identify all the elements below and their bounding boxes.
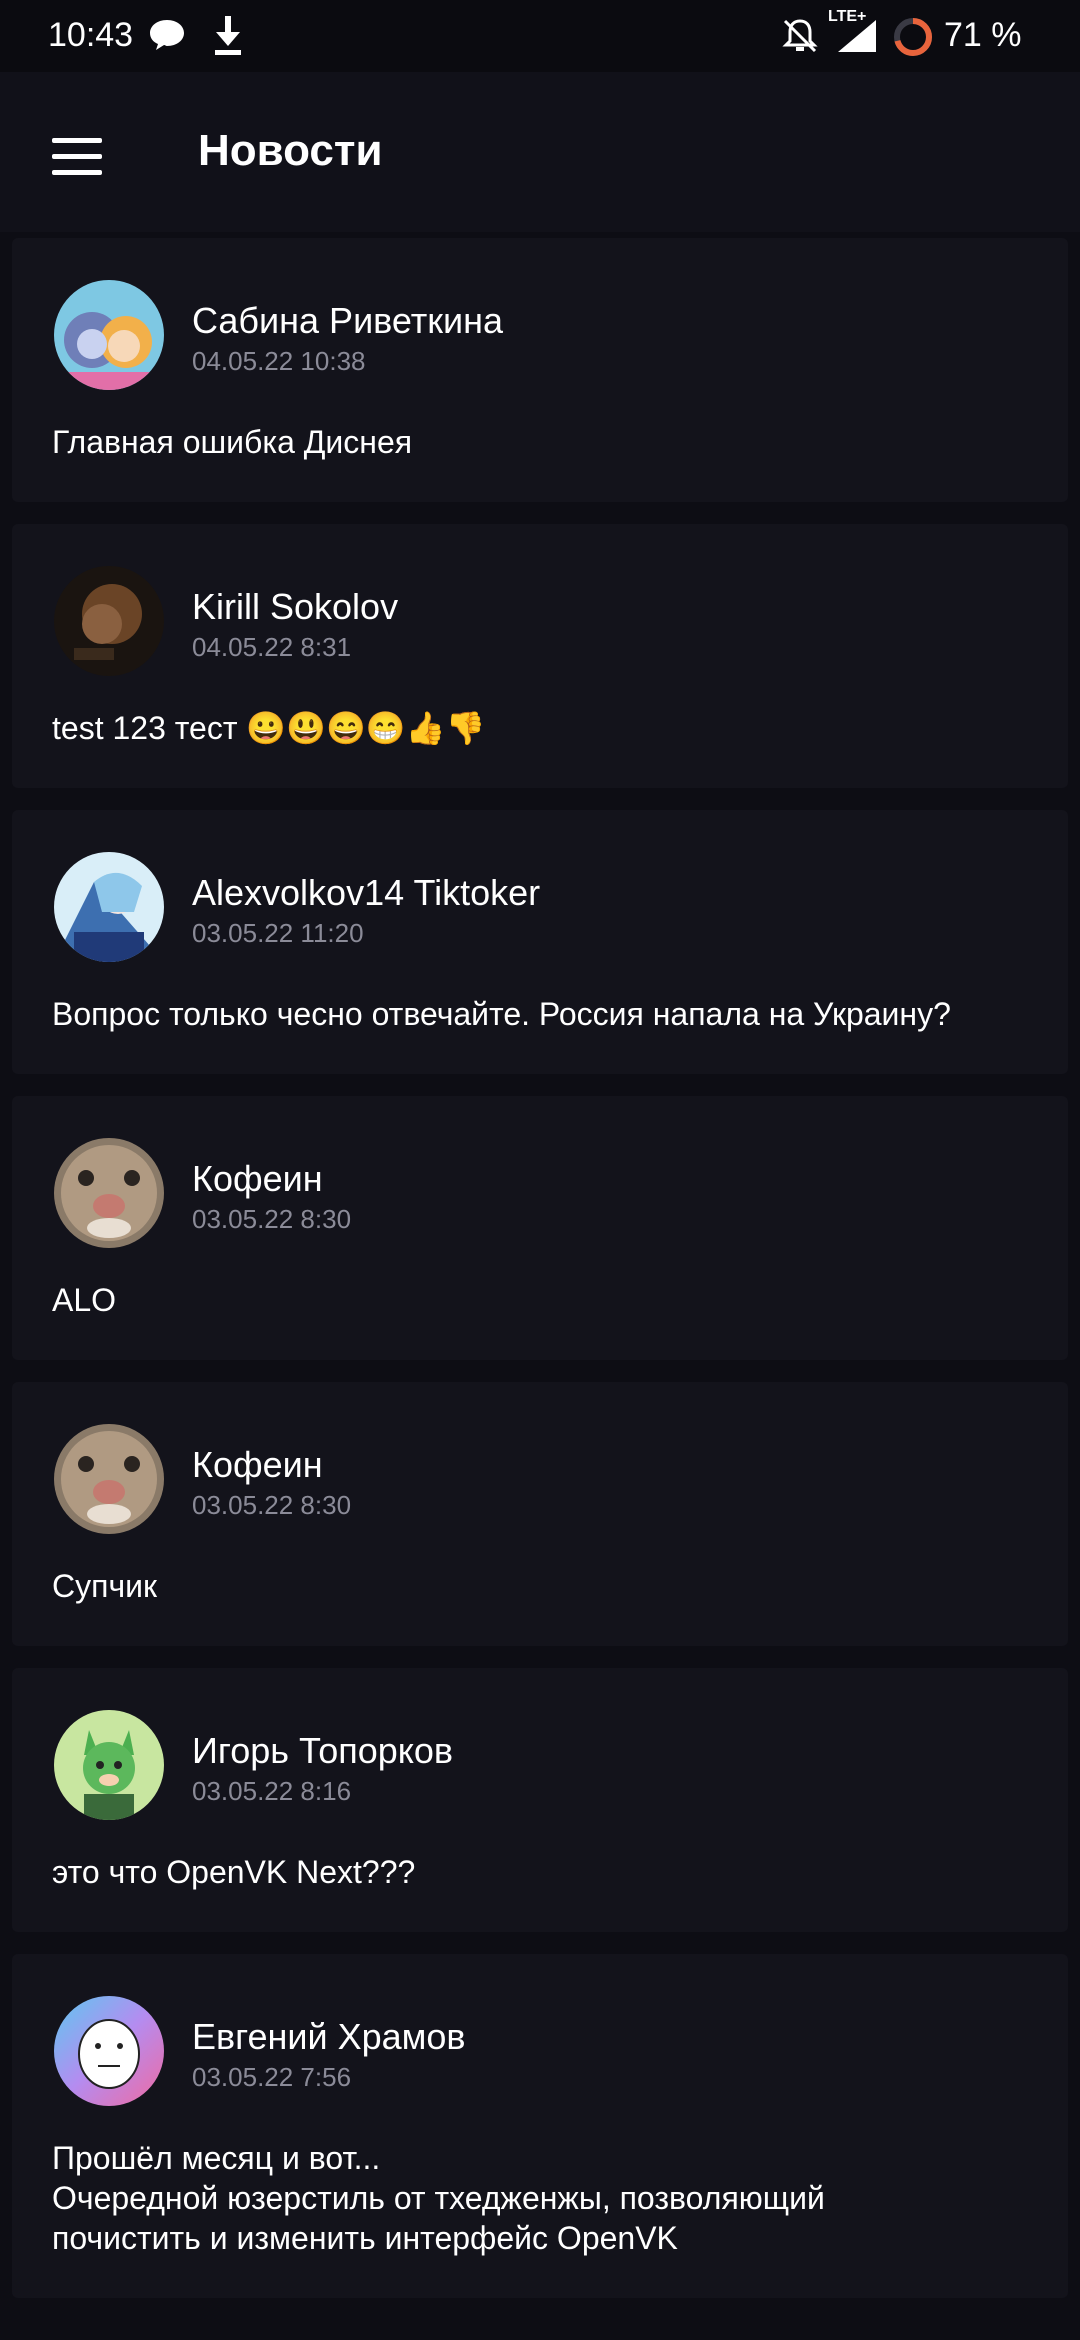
post-text-line: test 123 тест 😀😃😄😁👍👎 — [52, 710, 486, 746]
post-text-line: Прошёл месяц и вот... — [52, 2140, 381, 2176]
post-text-line: ALO — [52, 1282, 117, 1318]
post-author[interactable]: Кофеин — [192, 1158, 323, 1200]
post-date: 03.05.22 7:56 — [192, 2062, 352, 2092]
avatar[interactable] — [54, 852, 164, 962]
message-icon — [150, 20, 184, 50]
status-bar: 10:43 LTE+ 71 % — [0, 0, 1080, 72]
post-text: Супчик — [12, 1542, 1068, 1646]
post-text-line: почистить и изменить интерфейс OpenVK — [52, 2220, 678, 2256]
post-date: 04.05.22 10:38 — [192, 346, 366, 376]
post-author[interactable]: Кофеин — [192, 1444, 323, 1486]
post-card[interactable]: Kirill Sokolov 04.05.22 8:31 test 123 те… — [12, 524, 1068, 788]
post-card[interactable]: Кофеин 03.05.22 8:30 ALO — [12, 1096, 1068, 1360]
post-card[interactable]: Alexvolkov14 Tiktoker 03.05.22 11:20 Воп… — [12, 810, 1068, 1074]
post-text-line: Очередной юзерстиль от тхедженжы, позвол… — [52, 2180, 825, 2216]
post-card[interactable]: Сабина Риветкина 04.05.22 10:38 Главная … — [12, 238, 1068, 502]
battery-percent: 71 % — [944, 16, 1022, 54]
battery-ring-icon — [894, 18, 932, 56]
post-text: test 123 тест 😀😃😄😁👍👎 — [12, 684, 1068, 788]
post-text-line: это что OpenVK Next??? — [52, 1854, 416, 1890]
news-feed[interactable]: Сабина Риветкина 04.05.22 10:38 Главная … — [12, 238, 1068, 2320]
hamburger-menu-icon[interactable] — [38, 130, 114, 186]
post-author[interactable]: Сабина Риветкина — [192, 300, 503, 342]
post-text: Главная ошибка Диснея — [12, 398, 1068, 502]
avatar[interactable] — [54, 1138, 164, 1248]
post-text: это что OpenVK Next??? — [12, 1828, 1068, 1932]
avatar[interactable] — [54, 566, 164, 676]
avatar[interactable] — [54, 1996, 164, 2106]
app-bar: Новости — [0, 72, 1080, 232]
avatar[interactable] — [54, 1424, 164, 1534]
post-text-line: Главная ошибка Диснея — [52, 424, 413, 460]
post-text: Вопрос только чесно отвечайте. Россия на… — [12, 970, 1068, 1074]
post-author[interactable]: Евгений Храмов — [192, 2016, 466, 2058]
post-author[interactable]: Игорь Топорков — [192, 1730, 453, 1772]
post-author[interactable]: Kirill Sokolov — [192, 586, 398, 628]
post-date: 03.05.22 11:20 — [192, 918, 364, 948]
post-text-line: Вопрос только чесно отвечайте. Россия на… — [52, 996, 951, 1032]
signal-icon — [838, 20, 876, 52]
post-author[interactable]: Alexvolkov14 Tiktoker — [192, 872, 540, 914]
mute-icon — [782, 19, 818, 53]
post-text-line: Супчик — [52, 1568, 157, 1604]
page-title: Новости — [198, 126, 383, 175]
post-date: 04.05.22 8:31 — [192, 632, 352, 662]
post-card[interactable]: Игорь Топорков 03.05.22 8:16 это что Ope… — [12, 1668, 1068, 1932]
avatar[interactable] — [54, 280, 164, 390]
post-date: 03.05.22 8:16 — [192, 1776, 352, 1806]
download-icon — [215, 16, 241, 55]
post-date: 03.05.22 8:30 — [192, 1204, 352, 1234]
post-date: 03.05.22 8:30 — [192, 1490, 352, 1520]
status-time: 10:43 — [48, 16, 134, 54]
avatar[interactable] — [54, 1710, 164, 1820]
post-card[interactable]: Кофеин 03.05.22 8:30 Супчик — [12, 1382, 1068, 1646]
post-text: Прошёл месяц и вот... Очередной юзерстил… — [12, 2114, 1068, 2298]
post-card[interactable]: Евгений Храмов 03.05.22 7:56 Прошёл меся… — [12, 1954, 1068, 2298]
post-text: ALO — [12, 1256, 1068, 1360]
